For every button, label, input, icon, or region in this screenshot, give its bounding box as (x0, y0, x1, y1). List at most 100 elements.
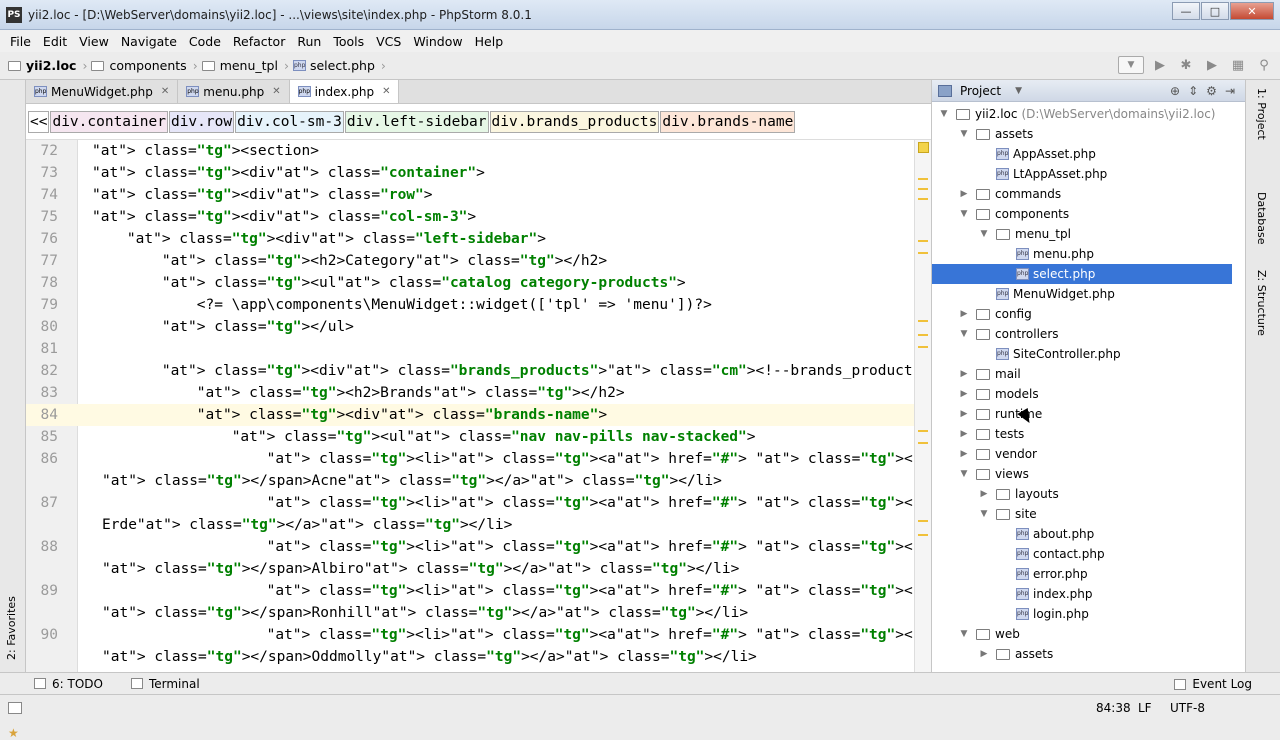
stripe-mark[interactable] (918, 346, 928, 348)
stripe-mark[interactable] (918, 520, 928, 522)
coverage-icon[interactable]: ▶ (1202, 56, 1222, 74)
tree-folder[interactable]: ▶ assets (932, 644, 1232, 664)
menu-view[interactable]: View (73, 34, 115, 49)
close-icon[interactable]: ✕ (382, 86, 390, 97)
tree-folder[interactable]: ▼ site (932, 504, 1232, 524)
stripe-mark[interactable] (918, 534, 928, 536)
project-view-selector[interactable]: Project (960, 84, 1001, 98)
chevron-down-icon[interactable]: ▼ (978, 509, 990, 519)
stripe-mark[interactable] (918, 188, 928, 190)
tree-file[interactable]: php contact.php (932, 544, 1232, 564)
code-line[interactable]: 79 <?= \app\components\MenuWidget::widge… (26, 294, 914, 316)
tree-file[interactable]: php index.php (932, 584, 1232, 604)
collapse-icon[interactable]: ⇕ (1188, 84, 1198, 98)
code-line[interactable]: 76 "at"> class="tg"><div"at"> class="lef… (26, 228, 914, 250)
tree-folder[interactable]: ▶ tests (932, 424, 1232, 444)
chevron-right-icon[interactable]: ▶ (958, 389, 970, 399)
chevron-right-icon[interactable]: ▶ (958, 409, 970, 419)
tag-crumb-brands-name[interactable]: div.brands-name (660, 110, 796, 133)
sync-icon[interactable]: ⊕ (1170, 84, 1180, 98)
chevron-down-icon[interactable]: ▼ (958, 129, 970, 139)
chevron-right-icon[interactable]: ▶ (978, 649, 990, 659)
tree-folder[interactable]: ▼ web (932, 624, 1232, 644)
tag-crumb-container[interactable]: div.container (50, 110, 168, 133)
code-line[interactable]: 72 "at"> class="tg"><section> (26, 140, 914, 162)
tree-folder[interactable]: ▶ mail (932, 364, 1232, 384)
event-log-tab[interactable]: Event Log (1174, 677, 1252, 691)
tool-windows-icon[interactable] (8, 701, 22, 714)
close-icon[interactable]: ✕ (272, 86, 280, 97)
tree-file[interactable]: php login.php (932, 604, 1232, 624)
stripe-mark[interactable] (918, 334, 928, 336)
code-line[interactable]: 87 "at"> class="tg"><li>"at"> class="tg"… (26, 492, 914, 514)
code-line[interactable]: "at"> class="tg"></span>Ronhill"at"> cla… (26, 602, 914, 624)
menu-help[interactable]: Help (469, 34, 510, 49)
chevron-down-icon[interactable]: ▼ (978, 229, 990, 239)
code-line[interactable]: 78 "at"> class="tg"><ul"at"> class="cata… (26, 272, 914, 294)
inspection-status-icon[interactable] (918, 142, 929, 153)
code-line[interactable]: 83 "at"> class="tg"><h2>Brands"at"> clas… (26, 382, 914, 404)
code-line[interactable]: "at"> class="tg"></span>Oddmolly"at"> cl… (26, 646, 914, 668)
code-line[interactable]: 75 "at"> class="tg"><div"at"> class="col-… (26, 206, 914, 228)
tree-file[interactable]: php select.php (932, 264, 1232, 284)
menu-code[interactable]: Code (183, 34, 227, 49)
code-line[interactable]: "at"> class="tg"></span>Acne"at"> class=… (26, 470, 914, 492)
tree-file[interactable]: php menu.php (932, 244, 1232, 264)
close-button[interactable]: ✕ (1230, 2, 1274, 20)
stripe-mark[interactable] (918, 430, 928, 432)
tree-folder[interactable]: ▶ runtime (932, 404, 1232, 424)
menu-run[interactable]: Run (291, 34, 327, 49)
tree-folder[interactable]: ▶ config (932, 304, 1232, 324)
tree-folder[interactable]: ▼ controllers (932, 324, 1232, 344)
error-stripe[interactable] (914, 140, 931, 672)
breadcrumb-select-php[interactable]: php select.php › (292, 58, 386, 73)
code-line[interactable]: 80 "at"> class="tg"></ul> (26, 316, 914, 338)
menu-vcs[interactable]: VCS (370, 34, 407, 49)
structure-tool-tab[interactable]: Z: Structure (1255, 270, 1268, 336)
stripe-mark[interactable] (918, 320, 928, 322)
tree-folder[interactable]: ▶ layouts (932, 484, 1232, 504)
menu-tools[interactable]: Tools (327, 34, 370, 49)
chevron-right-icon[interactable]: ▶ (958, 429, 970, 439)
code-line[interactable]: 82 "at"> class="tg"><div"at"> class="bra… (26, 360, 914, 382)
tree-folder[interactable]: ▼ menu_tpl (932, 224, 1232, 244)
menu-refactor[interactable]: Refactor (227, 34, 291, 49)
menu-edit[interactable]: Edit (37, 34, 73, 49)
menu-navigate[interactable]: Navigate (115, 34, 183, 49)
code-line[interactable]: 84 "at"> class="tg"><div"at"> class="bra… (26, 404, 914, 426)
tree-file[interactable]: php error.php (932, 564, 1232, 584)
chevron-down-icon[interactable]: ▼ (1015, 86, 1022, 96)
chevron-down-icon[interactable]: ▼ (958, 469, 970, 479)
search-icon[interactable]: ⚲ (1254, 56, 1274, 74)
menu-window[interactable]: Window (407, 34, 468, 49)
tree-folder[interactable]: ▶ commands (932, 184, 1232, 204)
tag-crumb-col[interactable]: div.col-sm-3 (235, 110, 344, 133)
tree-file[interactable]: php about.php (932, 524, 1232, 544)
chevron-right-icon[interactable]: ▶ (958, 369, 970, 379)
breadcrumb-project[interactable]: yii2.loc › (8, 58, 87, 73)
tab-index[interactable]: php index.php ✕ (289, 80, 400, 103)
tab-menuwidget[interactable]: php MenuWidget.php ✕ (26, 80, 179, 103)
tree-file[interactable]: php SiteController.php (932, 344, 1232, 364)
tag-crumb-left-sidebar[interactable]: div.left-sidebar (344, 110, 489, 133)
code-editor[interactable]: 72 "at"> class="tg"><section> 73 "at"> clas… (26, 140, 914, 672)
code-line[interactable]: 81 (26, 338, 914, 360)
tree-folder[interactable]: ▼ assets (932, 124, 1232, 144)
chevron-right-icon[interactable]: ▶ (958, 449, 970, 459)
todo-tab[interactable]: 6: TODO (34, 677, 103, 691)
caret-position[interactable]: 84:38 (1096, 701, 1131, 715)
run-icon[interactable]: ▶ (1150, 56, 1170, 74)
chevron-right-icon[interactable]: ▶ (978, 489, 990, 499)
hide-icon[interactable]: ⇥ (1225, 84, 1235, 98)
code-line[interactable]: 73 "at"> class="tg"><div"at"> class="cont… (26, 162, 914, 184)
tree-folder[interactable]: ▶ models (932, 384, 1232, 404)
code-line[interactable]: 77 "at"> class="tg"><h2>Category"at"> cl… (26, 250, 914, 272)
minimize-button[interactable]: — (1172, 2, 1200, 20)
database-tool-tab[interactable]: Database (1255, 192, 1268, 245)
tree-folder[interactable]: ▼ views (932, 464, 1232, 484)
code-line[interactable]: 74 "at"> class="tg"><div"at"> class="row"… (26, 184, 914, 206)
code-line[interactable]: 90 "at"> class="tg"><li>"at"> class="tg"… (26, 624, 914, 646)
tree-file[interactable]: php LtAppAsset.php (932, 164, 1232, 184)
gear-icon[interactable]: ⚙ (1206, 84, 1217, 98)
tab-menu[interactable]: php menu.php ✕ (178, 80, 290, 103)
